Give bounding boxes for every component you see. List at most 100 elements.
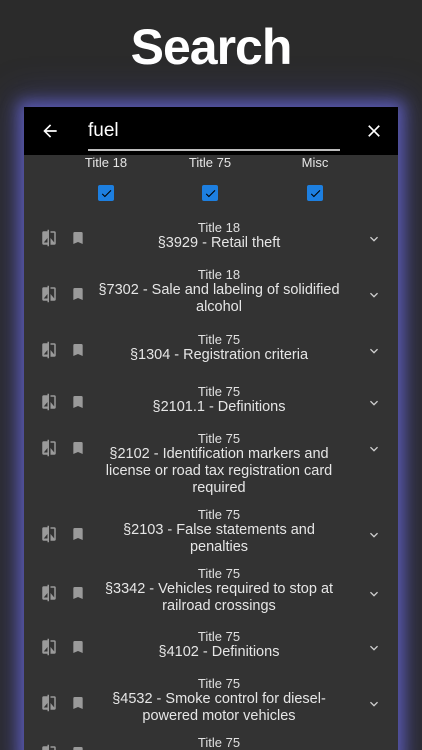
result-row[interactable]: Title 75 §4532 - Smoke control for diesel… [24,676,398,736]
compare-icon [42,393,56,411]
expand-button[interactable] [366,395,382,416]
compare-button[interactable] [40,744,58,750]
result-section: §4102 - Definitions [158,644,280,660]
search-underline [88,149,340,151]
compare-button[interactable] [40,439,58,457]
misc-checkbox[interactable] [307,185,323,201]
filter-label: Title 18 [84,155,128,170]
bookmark-button[interactable] [70,694,86,712]
result-row[interactable]: Title 18 §7302 - Sale and labeling of sol… [24,267,398,327]
bookmark-icon [73,232,83,244]
check-icon [205,189,215,197]
result-section: §2103 - False statements and penalties [123,522,315,555]
expand-button[interactable] [366,231,382,252]
compare-icon [42,439,56,457]
compare-icon [42,229,56,247]
row-actions [40,341,86,359]
chevron-down-icon [370,400,378,406]
search-input[interactable] [88,115,340,147]
title-18-checkbox[interactable] [98,185,114,201]
result-text: Title 75 §1304 - Registration criteria [96,332,342,364]
clear-search-button[interactable] [362,119,386,143]
bookmark-icon [73,747,83,750]
expand-button[interactable] [366,696,382,717]
app-window: Title 18 Title 75 Misc Title 18§3929 - R… [24,107,398,750]
result-title: Title 75 [197,735,241,750]
compare-button[interactable] [40,638,58,656]
result-section: §4532 - Smoke control for diesel-powered… [112,691,326,724]
bookmark-button[interactable] [70,744,86,750]
row-actions [40,393,86,411]
bookmark-button[interactable] [70,393,86,411]
compare-button[interactable] [40,393,58,411]
bookmark-icon [73,587,83,599]
filter-title-75: Title 75 [170,155,250,201]
result-text: Title 75 §2102 - Identification markers a… [96,431,342,497]
bookmark-icon [73,641,83,653]
filter-title-18: Title 18 [66,155,146,201]
result-row[interactable]: Title 75 §2102 - Identification markers a… [24,431,398,509]
row-actions [40,638,86,656]
expand-button[interactable] [366,441,382,462]
compare-icon [42,744,56,750]
result-title: Title 75 [197,384,241,399]
compare-button[interactable] [40,285,58,303]
row-actions [40,525,86,543]
page-title: Search [130,19,293,75]
expand-button[interactable] [366,586,382,607]
bookmark-icon [73,697,83,709]
bookmark-button[interactable] [70,638,86,656]
compare-button[interactable] [40,229,58,247]
compare-button[interactable] [40,525,58,543]
result-row[interactable]: Title 75 §2103 - False statements and pen… [24,507,398,567]
bookmark-button[interactable] [70,341,86,359]
row-actions [40,439,86,457]
bookmark-button[interactable] [70,584,86,602]
chevron-down-icon [370,591,378,597]
bookmark-button[interactable] [70,439,86,457]
row-actions [40,285,86,303]
result-section: §7302 - Sale and labeling of solidified … [98,282,340,315]
chevron-down-icon [370,236,378,242]
result-row[interactable]: Title 75 §3342 - Vehicles required to sto… [24,566,398,626]
compare-icon [42,694,56,712]
result-title: Title 75 [197,507,241,522]
result-title: Title 18 [197,267,241,282]
check-icon [101,189,111,197]
chevron-down-icon [370,532,378,538]
compare-button[interactable] [40,694,58,712]
compare-button[interactable] [40,341,58,359]
chevron-down-icon [370,645,378,651]
result-section: §1304 - Registration criteria [129,347,309,363]
result-text: Title 75 §4532 - Smoke control for diesel… [96,676,342,725]
result-text: Title 75 [96,735,342,750]
row-actions [40,584,86,602]
compare-icon [42,525,56,543]
row-actions [40,744,86,750]
back-button[interactable] [38,119,62,143]
expand-button[interactable] [366,287,382,308]
result-row[interactable]: Title 75 §2101.1 - Definitions [24,384,398,426]
bookmark-button[interactable] [70,525,86,543]
result-row[interactable]: Title 75 §1304 - Registration criteria [24,332,398,374]
expand-button[interactable] [366,640,382,661]
compare-icon [42,638,56,656]
chevron-down-icon [370,701,378,707]
bookmark-icon [73,344,83,356]
result-row[interactable]: Title 75 §4102 - Definitions [24,629,398,671]
expand-button[interactable] [366,746,382,750]
result-section: §3929 - Retail theft [157,235,281,251]
compare-button[interactable] [40,584,58,602]
result-text: Title 18 §3929 - Retail theft [96,220,342,252]
title-75-checkbox[interactable] [202,185,218,201]
result-row[interactable]: Title 75 [24,735,398,750]
bookmark-button[interactable] [70,285,86,303]
result-row[interactable]: Title 18 §3929 - Retail theft [24,220,398,262]
expand-button[interactable] [366,343,382,364]
bookmark-button[interactable] [70,229,86,247]
expand-button[interactable] [366,527,382,548]
result-section: §3342 - Vehicles required to stop at rai… [104,581,334,614]
bookmark-icon [73,288,83,300]
result-title: Title 75 [197,431,241,446]
row-actions [40,229,86,247]
